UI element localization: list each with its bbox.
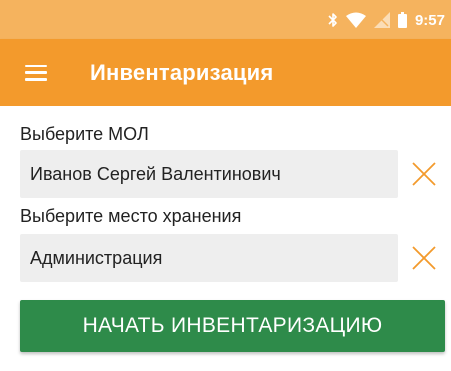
inventory-form: Выберите МОЛ Иванов Сергей Валентинович …	[0, 106, 451, 371]
app-bar: Инвентаризация	[0, 39, 451, 106]
status-icons: 9:57	[328, 10, 445, 30]
storage-select[interactable]: Администрация	[20, 234, 398, 282]
storage-value: Администрация	[30, 247, 163, 268]
menu-button[interactable]	[6, 39, 66, 106]
menu-icon	[25, 64, 47, 81]
close-icon	[412, 162, 436, 186]
mol-select[interactable]: Иванов Сергей Валентинович	[20, 150, 398, 198]
battery-icon	[397, 12, 407, 28]
start-inventory-button[interactable]: НАЧАТЬ ИНВЕНТАРИЗАЦИЮ	[20, 300, 445, 352]
storage-label: Выберите место хранения	[20, 206, 242, 226]
mol-label: Выберите МОЛ	[20, 124, 149, 144]
bluetooth-icon	[328, 12, 338, 28]
wifi-icon	[345, 12, 366, 28]
status-time: 9:57	[414, 11, 445, 29]
clear-mol-button[interactable]	[406, 156, 442, 192]
page-title: Инвентаризация	[90, 59, 274, 85]
mol-value: Иванов Сергей Валентинович	[30, 163, 281, 184]
close-icon	[412, 246, 436, 270]
clear-storage-button[interactable]	[406, 240, 442, 276]
status-bar: 9:57	[0, 0, 451, 39]
no-signal-icon	[373, 12, 390, 28]
